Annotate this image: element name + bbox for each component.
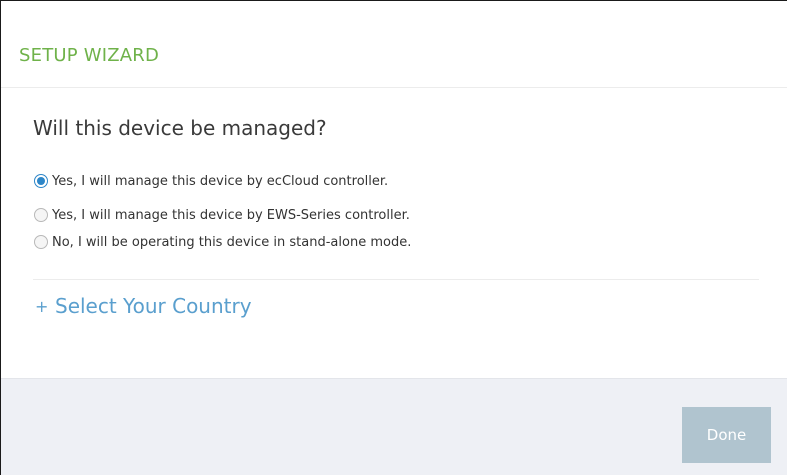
option-standalone[interactable]: No, I will be operating this device in s… bbox=[34, 232, 411, 252]
option-ews-series-label: Yes, I will manage this device by EWS-Se… bbox=[52, 207, 410, 223]
select-country-toggle[interactable]: + Select Your Country bbox=[33, 294, 252, 318]
option-ews-series[interactable]: Yes, I will manage this device by EWS-Se… bbox=[34, 205, 410, 225]
option-eccloud[interactable]: Yes, I will manage this device by ecClou… bbox=[34, 171, 388, 191]
dialog-header: SETUP WIZARD bbox=[1, 1, 787, 88]
section-divider bbox=[33, 279, 759, 280]
radio-ews-series[interactable] bbox=[34, 208, 48, 222]
plus-icon: + bbox=[35, 296, 49, 316]
radio-standalone[interactable] bbox=[34, 235, 48, 249]
select-country-label: Select Your Country bbox=[55, 294, 252, 318]
dialog-footer: Done bbox=[1, 378, 787, 475]
managed-question: Will this device be managed? bbox=[33, 116, 327, 140]
option-eccloud-label: Yes, I will manage this device by ecClou… bbox=[52, 173, 389, 189]
option-standalone-label: No, I will be operating this device in s… bbox=[52, 234, 412, 250]
done-button[interactable]: Done bbox=[682, 407, 771, 463]
radio-eccloud[interactable] bbox=[34, 174, 48, 188]
dialog-title: SETUP WIZARD bbox=[19, 45, 160, 66]
setup-wizard-dialog: SETUP WIZARD Will this device be managed… bbox=[0, 0, 787, 475]
